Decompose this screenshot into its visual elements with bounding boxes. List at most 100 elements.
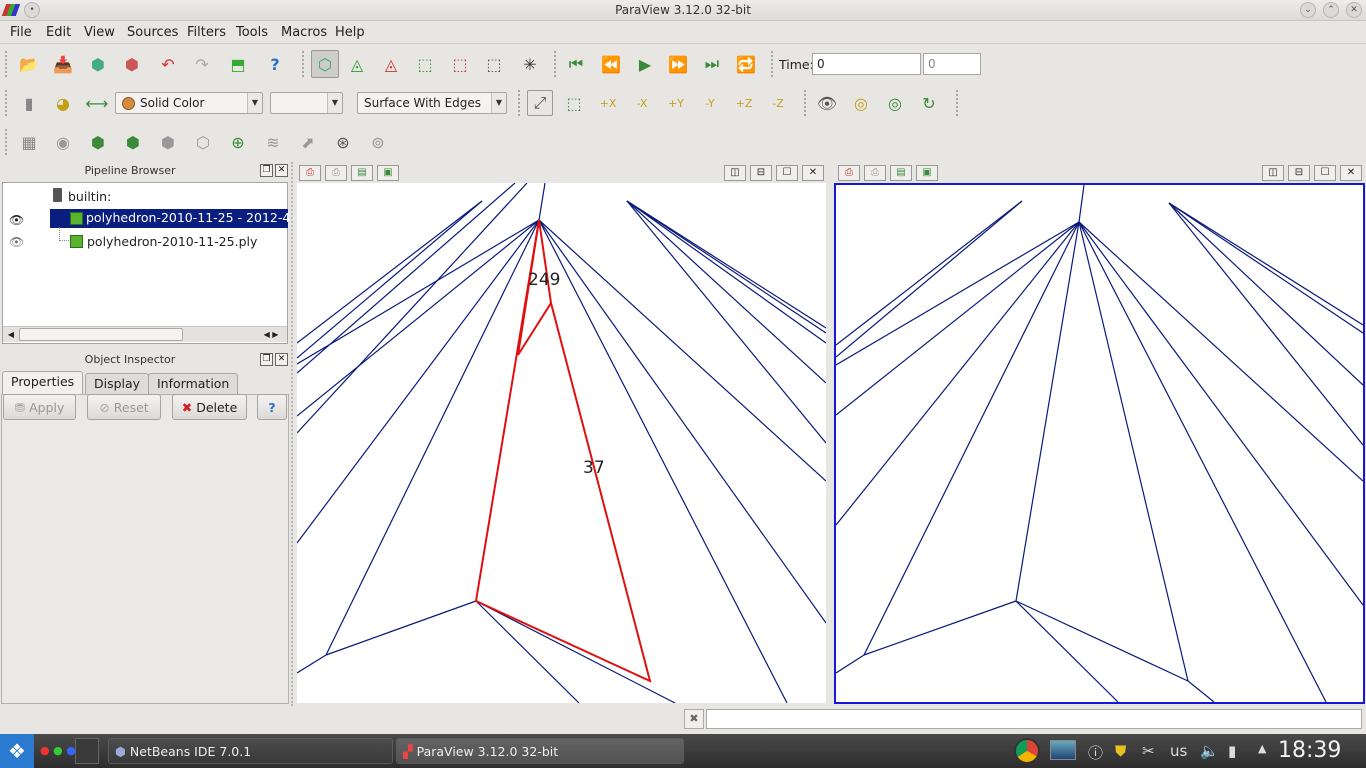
connect-icon[interactable]: ⬢ [85, 51, 111, 77]
close-view-icon[interactable]: ✕ [802, 165, 824, 181]
interact-icon[interactable]: ⬡ [311, 50, 339, 78]
view-selection-icon[interactable]: ▣ [916, 165, 938, 181]
battery-icon[interactable]: ▮ [1228, 742, 1236, 760]
scroll-thumb[interactable] [19, 328, 183, 341]
help-icon[interactable]: ? [262, 51, 288, 77]
reset-camera-icon[interactable]: ⤢ [527, 90, 553, 116]
edit-color-map-icon[interactable]: ◕ [50, 90, 76, 116]
split-vertical-icon[interactable]: ⊟ [1288, 165, 1310, 181]
pipeline-item[interactable]: polyhedron-2010-11-25.ply [87, 234, 257, 249]
clipboard-scissors-icon[interactable]: ✂ [1142, 742, 1155, 760]
help-button[interactable]: ? [257, 394, 287, 420]
view-minus-x-icon[interactable]: -X [629, 90, 655, 116]
split-horizontal-icon[interactable]: ◫ [724, 165, 746, 181]
camera-undo-icon[interactable]: ⬒ [225, 51, 251, 77]
scroll-right-arrows[interactable]: ◀ ▶ [257, 328, 285, 341]
menu-file[interactable]: File [10, 25, 32, 40]
representation-select[interactable]: Surface With Edges ▼ [357, 92, 507, 114]
save-icon[interactable]: 📥 [50, 51, 76, 77]
close-view-icon[interactable]: ✕ [1340, 165, 1362, 181]
render-view-right[interactable] [834, 183, 1365, 704]
tab-properties[interactable]: Properties [2, 371, 84, 395]
split-vertical-icon[interactable]: ⊟ [750, 165, 772, 181]
slice-icon[interactable]: ⬢ [120, 129, 146, 155]
coloring-select[interactable]: Solid Color ▼ [115, 92, 263, 114]
visibility-eye-icon[interactable]: 👁 [9, 213, 24, 227]
previous-frame-icon[interactable]: ⏪ [598, 51, 624, 77]
minimize-button[interactable]: ⌄ [1300, 2, 1316, 18]
maximize-button[interactable]: ⌃ [1323, 2, 1339, 18]
component-select[interactable]: ▼ [270, 92, 343, 114]
first-frame-icon[interactable]: ⏮ [563, 51, 589, 77]
select-block-icon[interactable]: ⬚ [447, 51, 473, 77]
split-horizontal-icon[interactable]: ◫ [1262, 165, 1284, 181]
display-settings-icon[interactable] [1050, 740, 1076, 760]
menu-filters[interactable]: Filters [187, 25, 226, 40]
maximize-view-icon[interactable]: ☐ [1314, 165, 1336, 181]
view-minus-z-icon[interactable]: -Z [765, 90, 791, 116]
scroll-left-arrow[interactable]: ◀ [5, 328, 17, 341]
capture-view-icon[interactable]: ⎙ [299, 165, 321, 181]
undo-icon[interactable]: ↶ [155, 51, 181, 77]
menu-edit[interactable]: Edit [46, 25, 71, 40]
horizontal-scrollbar[interactable]: ◀ ◀ ▶ [3, 326, 287, 342]
time-index-spinbox[interactable]: 0 [923, 53, 981, 75]
view-plus-z-icon[interactable]: +Z [731, 90, 757, 116]
group-datasets-icon[interactable]: ⊛ [330, 129, 356, 155]
dock-splitter[interactable] [291, 162, 295, 706]
reset-center-icon[interactable]: ◎ [848, 90, 874, 116]
open-icon[interactable]: 📂 [16, 51, 42, 77]
menu-view[interactable]: View [84, 25, 115, 40]
keyboard-layout[interactable]: us [1170, 742, 1187, 760]
show-center-icon[interactable]: 👁 [814, 90, 840, 116]
menu-tools[interactable]: Tools [236, 25, 268, 40]
pipeline-tree[interactable]: builtin: 👁 polyhedron-2010-11-25 - 2012-… [2, 182, 311, 344]
menu-macros[interactable]: Macros [281, 25, 327, 40]
chrome-icon[interactable] [1014, 738, 1040, 764]
close-dock-icon[interactable]: ✕ [275, 353, 288, 366]
pick-center-icon[interactable]: ◎ [882, 90, 908, 116]
toggle-color-legend-icon[interactable]: ▮ [16, 90, 42, 116]
delete-button[interactable]: ✖ Delete [172, 394, 247, 420]
view-table-icon[interactable]: ▤ [890, 165, 912, 181]
menu-help[interactable]: Help [335, 25, 365, 40]
clock[interactable]: 18:39 [1278, 738, 1341, 763]
tab-display[interactable]: Display [85, 373, 150, 394]
tray-expand-icon[interactable]: ▲ [1258, 742, 1266, 755]
task-netbeans[interactable]: ⬢ NetBeans IDE 7.0.1 [108, 738, 393, 764]
maximize-view-icon[interactable]: ☐ [776, 165, 798, 181]
float-dock-icon[interactable]: ❐ [260, 164, 273, 177]
next-frame-icon[interactable]: ⏩ [665, 51, 691, 77]
time-input[interactable]: 0 [812, 53, 921, 75]
capture-view-icon[interactable]: ⎙ [838, 165, 860, 181]
pipeline-item-selected[interactable]: polyhedron-2010-11-25 - 2012-4-10 [50, 209, 311, 228]
reset-button[interactable]: ⊘ Reset [87, 394, 161, 420]
select-cells-icon[interactable]: ◬ [344, 51, 370, 77]
pipeline-root[interactable]: builtin: [68, 189, 111, 204]
play-icon[interactable]: ▶ [632, 51, 658, 77]
apply-button[interactable]: ⛃ Apply [3, 394, 76, 420]
close-button[interactable]: ✕ [1346, 2, 1362, 18]
clear-output-icon[interactable]: ✖ [684, 709, 704, 729]
visibility-eye-icon[interactable]: 👁 [9, 235, 24, 249]
menu-sources[interactable]: Sources [127, 25, 178, 40]
pager-icon[interactable] [75, 738, 99, 764]
view-plus-x-icon[interactable]: +X [595, 90, 621, 116]
clip-icon[interactable]: ⬢ [85, 129, 111, 155]
select-points-icon[interactable]: ◬ [378, 51, 404, 77]
view-plus-y-icon[interactable]: +Y [663, 90, 689, 116]
select-frustum-icon[interactable]: ⬚ [412, 51, 438, 77]
loop-icon[interactable]: 🔁 [733, 51, 759, 77]
view-table-icon[interactable]: ▤ [351, 165, 373, 181]
last-frame-icon[interactable]: ⏭ [699, 51, 725, 77]
view-minus-y-icon[interactable]: -Y [697, 90, 723, 116]
zoom-to-box-icon[interactable]: ⬚ [561, 90, 587, 116]
security-shield-icon[interactable]: ⛊ [1115, 742, 1126, 760]
disconnect-icon[interactable]: ⬢ [119, 51, 145, 77]
rotation-center-icon[interactable]: ↻ [916, 90, 942, 116]
tab-information[interactable]: Information [148, 373, 239, 394]
view-selection-icon[interactable]: ▣ [377, 165, 399, 181]
clear-selection-icon[interactable]: ✳ [517, 51, 543, 77]
float-dock-icon[interactable]: ❐ [260, 353, 273, 366]
render-view-left[interactable]: 249 37 [296, 182, 827, 704]
